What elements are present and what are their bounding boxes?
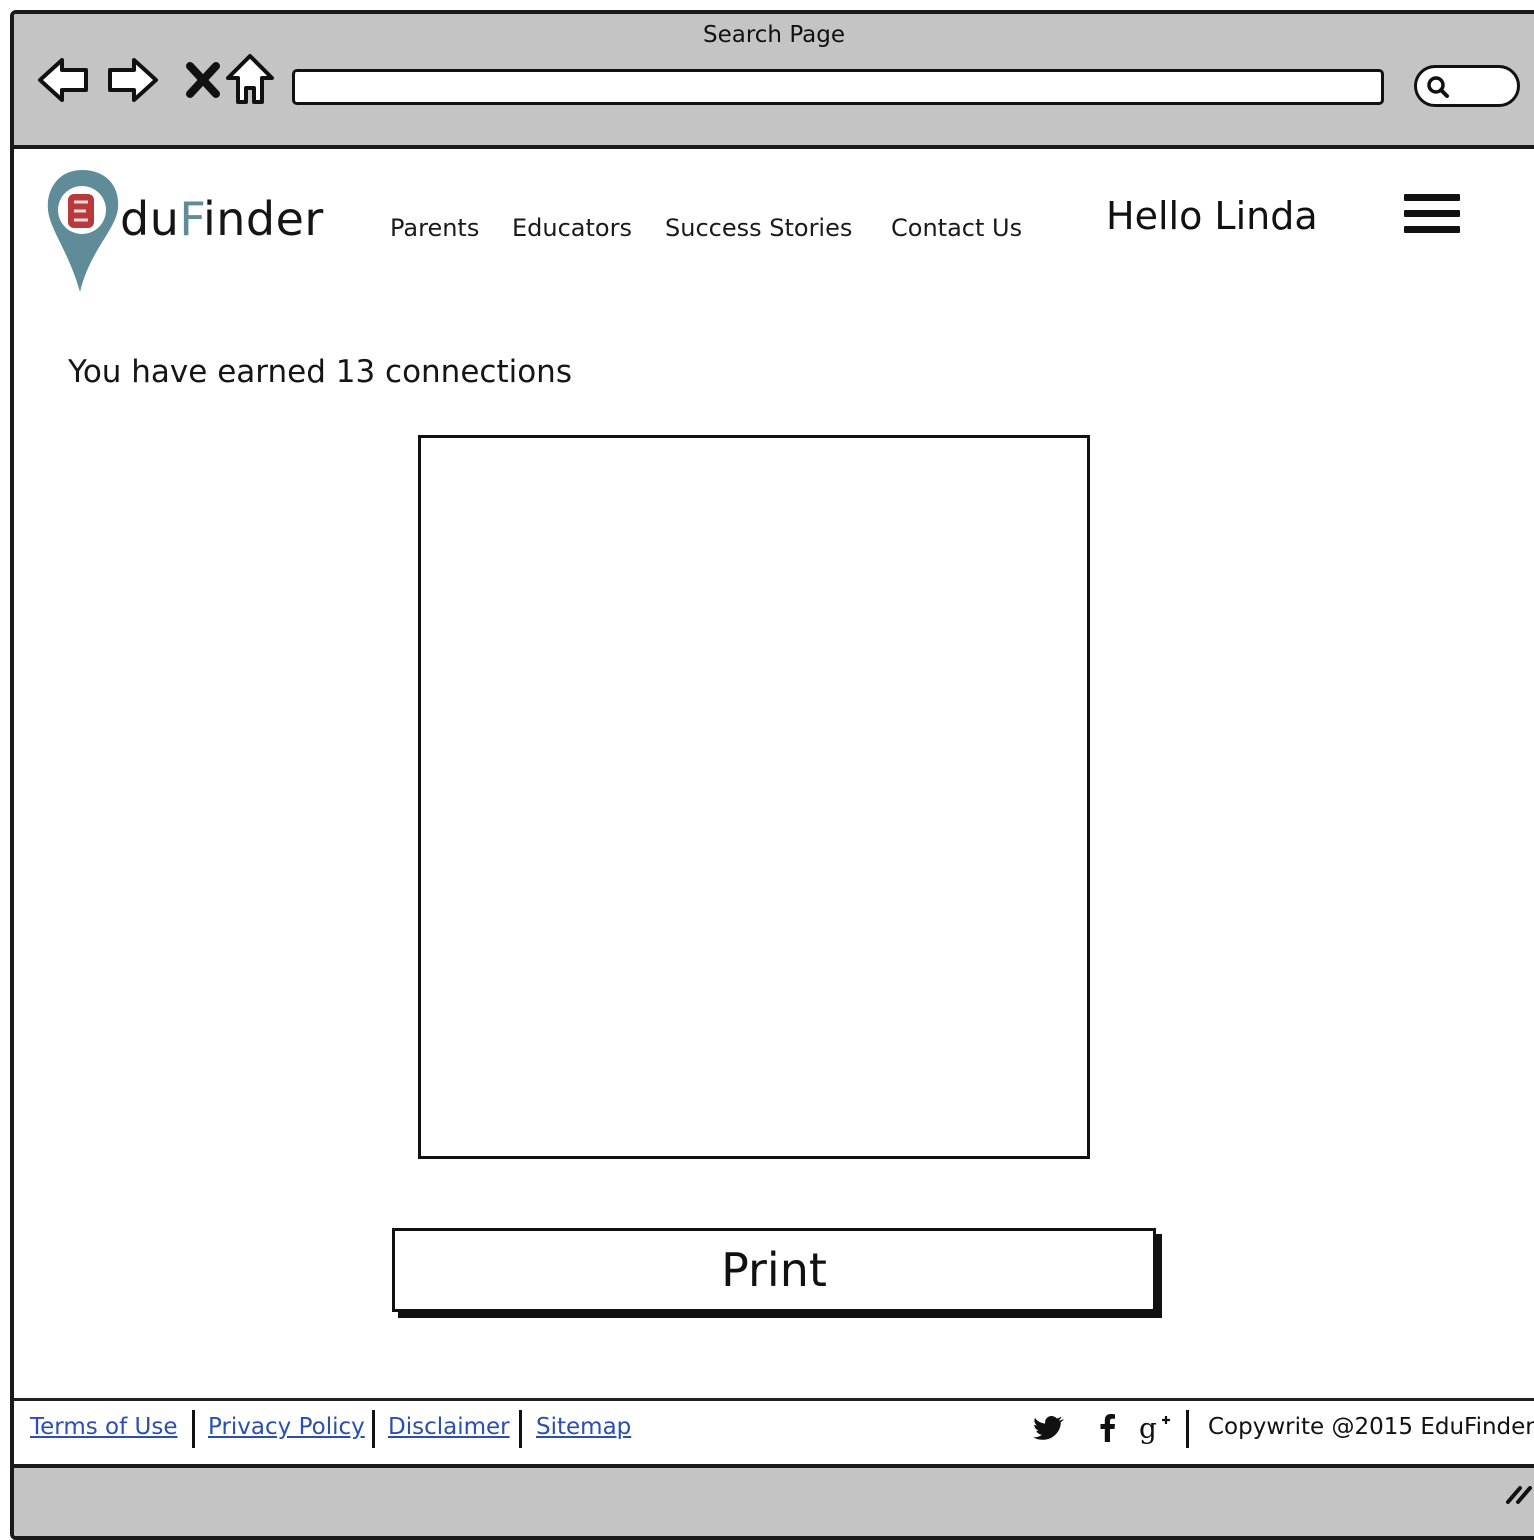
copyright-text: Copywrite @2015 EduFinder — [1208, 1414, 1534, 1440]
window-title: Search Page — [702, 22, 845, 48]
browser-toolbar: Search Page — [14, 14, 1534, 149]
browser-search-field[interactable] — [1414, 65, 1520, 107]
nav-contact-us[interactable]: Contact Us — [891, 214, 1022, 242]
footer-separator — [372, 1410, 375, 1448]
hamburger-bar — [1404, 226, 1460, 233]
nav-educators[interactable]: Educators — [512, 214, 632, 242]
home-icon[interactable] — [222, 52, 278, 108]
footer-link-sitemap[interactable]: Sitemap — [536, 1414, 631, 1440]
hamburger-bar — [1404, 210, 1460, 217]
connections-earned-text: You have earned 13 connections — [68, 354, 572, 390]
hamburger-bar — [1404, 194, 1460, 201]
footer-separator — [1186, 1410, 1189, 1448]
google-plus-icon[interactable]: g — [1138, 1410, 1174, 1446]
footer-divider — [14, 1398, 1534, 1401]
browser-status-bar — [14, 1464, 1534, 1536]
print-button[interactable]: Print — [392, 1228, 1156, 1312]
logo-wordmark[interactable]: duFinder — [120, 192, 324, 246]
forward-arrow-icon[interactable] — [104, 52, 160, 108]
search-icon — [1427, 76, 1449, 98]
hamburger-menu-icon[interactable] — [1404, 194, 1460, 244]
logo-f: F — [179, 192, 203, 246]
facebook-icon[interactable] — [1090, 1410, 1126, 1446]
user-greeting: Hello Linda — [1106, 194, 1318, 238]
svg-text:g: g — [1139, 1412, 1157, 1445]
map-pin-icon — [47, 170, 119, 292]
certificate-preview-area — [418, 435, 1090, 1159]
twitter-icon[interactable] — [1032, 1410, 1068, 1446]
footer-separator — [519, 1410, 522, 1448]
nav-success-stories[interactable]: Success Stories — [665, 214, 852, 242]
logo-suffix: inder — [202, 192, 324, 246]
address-bar[interactable] — [292, 69, 1384, 105]
logo-prefix: du — [120, 192, 180, 246]
back-arrow-icon[interactable] — [36, 52, 92, 108]
nav-parents[interactable]: Parents — [390, 214, 479, 242]
footer-separator — [192, 1410, 195, 1448]
footer-link-disclaimer[interactable]: Disclaimer — [388, 1414, 510, 1440]
footer-link-privacy[interactable]: Privacy Policy — [208, 1414, 365, 1440]
browser-window: Search Page duFinder Parents Educators S… — [10, 10, 1534, 1540]
resize-grip-icon[interactable] — [1504, 1478, 1534, 1504]
footer-link-terms[interactable]: Terms of Use — [30, 1414, 178, 1440]
